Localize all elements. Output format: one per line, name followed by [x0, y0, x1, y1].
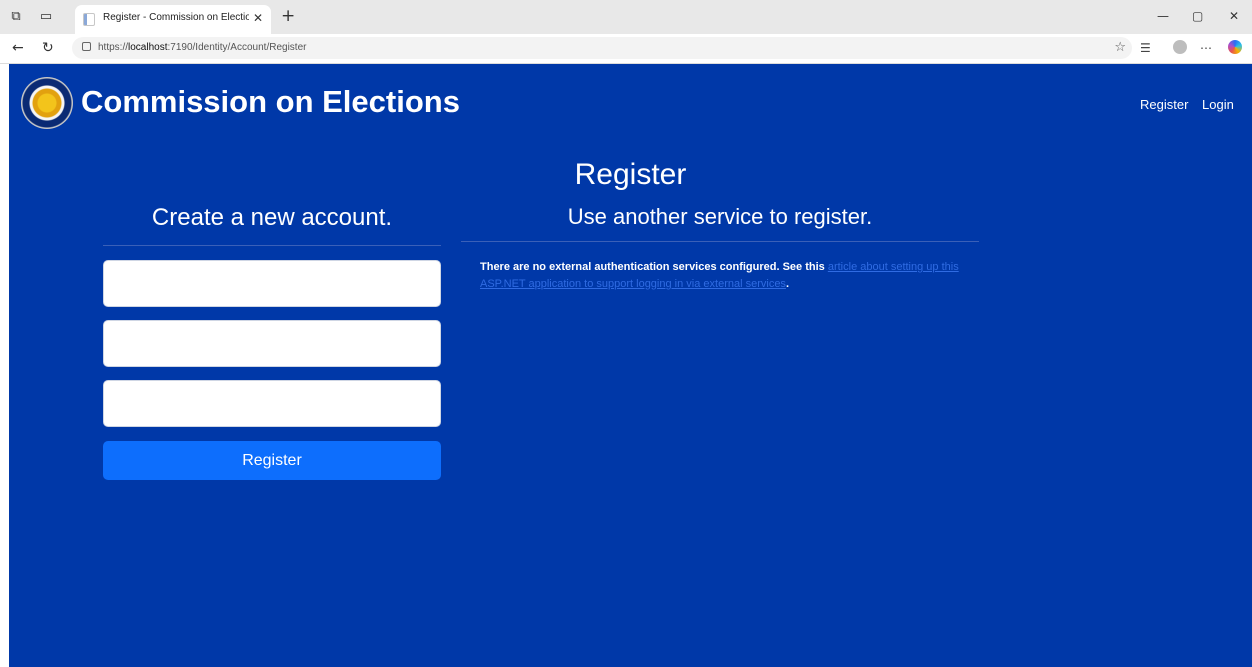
minimize-icon[interactable]: — [1157, 9, 1169, 23]
url-field[interactable]: https://localhost:7190/Identity/Account/… [72, 37, 1132, 59]
create-account-heading: Create a new account. [151, 204, 393, 231]
divider [103, 245, 441, 246]
browser-tab-bar: ⧉ ▭ Register - Commission on Electio ✕ +… [0, 0, 1252, 34]
close-window-icon[interactable]: ✕ [1229, 9, 1239, 23]
register-button[interactable]: Register [103, 441, 441, 480]
confirm-password-field[interactable] [103, 380, 441, 427]
nav-login-link[interactable]: Login [1202, 97, 1234, 112]
vertical-tabs-icon[interactable]: ▭ [38, 9, 54, 25]
comelec-seal-icon [21, 77, 73, 129]
tab-title: Register - Commission on Electio [103, 12, 249, 23]
password-field[interactable] [103, 320, 441, 367]
url-text: https://localhost:7190/Identity/Account/… [98, 42, 307, 53]
more-icon[interactable]: ⋯ [1200, 41, 1212, 55]
copilot-icon[interactable] [1228, 40, 1242, 54]
favorites-icon[interactable]: ☰ [1140, 41, 1151, 55]
external-service-heading: Use another service to register. [567, 204, 873, 229]
star-icon[interactable]: ☆ [1114, 40, 1126, 55]
close-icon[interactable]: ✕ [253, 11, 263, 25]
browser-address-bar: ← ↻ https://localhost:7190/Identity/Acco… [0, 34, 1252, 64]
plus-icon[interactable]: + [281, 6, 295, 26]
lock-icon [82, 42, 91, 51]
tab-actions-icon[interactable]: ⧉ [8, 9, 24, 25]
divider [461, 241, 979, 242]
page-favicon-icon [83, 13, 95, 26]
site-brand[interactable]: Commission on Elections [81, 84, 460, 120]
page-content: Commission on Elections Register Login R… [9, 64, 1252, 667]
external-auth-info: There are no external authentication ser… [480, 261, 959, 290]
browser-tab-register[interactable]: Register - Commission on Electio ✕ [75, 5, 271, 34]
nav-register-link[interactable]: Register [1140, 97, 1188, 112]
back-arrow-icon[interactable]: ← [12, 40, 24, 56]
email-field[interactable] [103, 260, 441, 307]
page-title: Register [574, 158, 687, 191]
profile-icon[interactable] [1173, 40, 1187, 54]
refresh-icon[interactable]: ↻ [42, 40, 54, 56]
restore-icon[interactable]: ▢ [1192, 9, 1203, 23]
